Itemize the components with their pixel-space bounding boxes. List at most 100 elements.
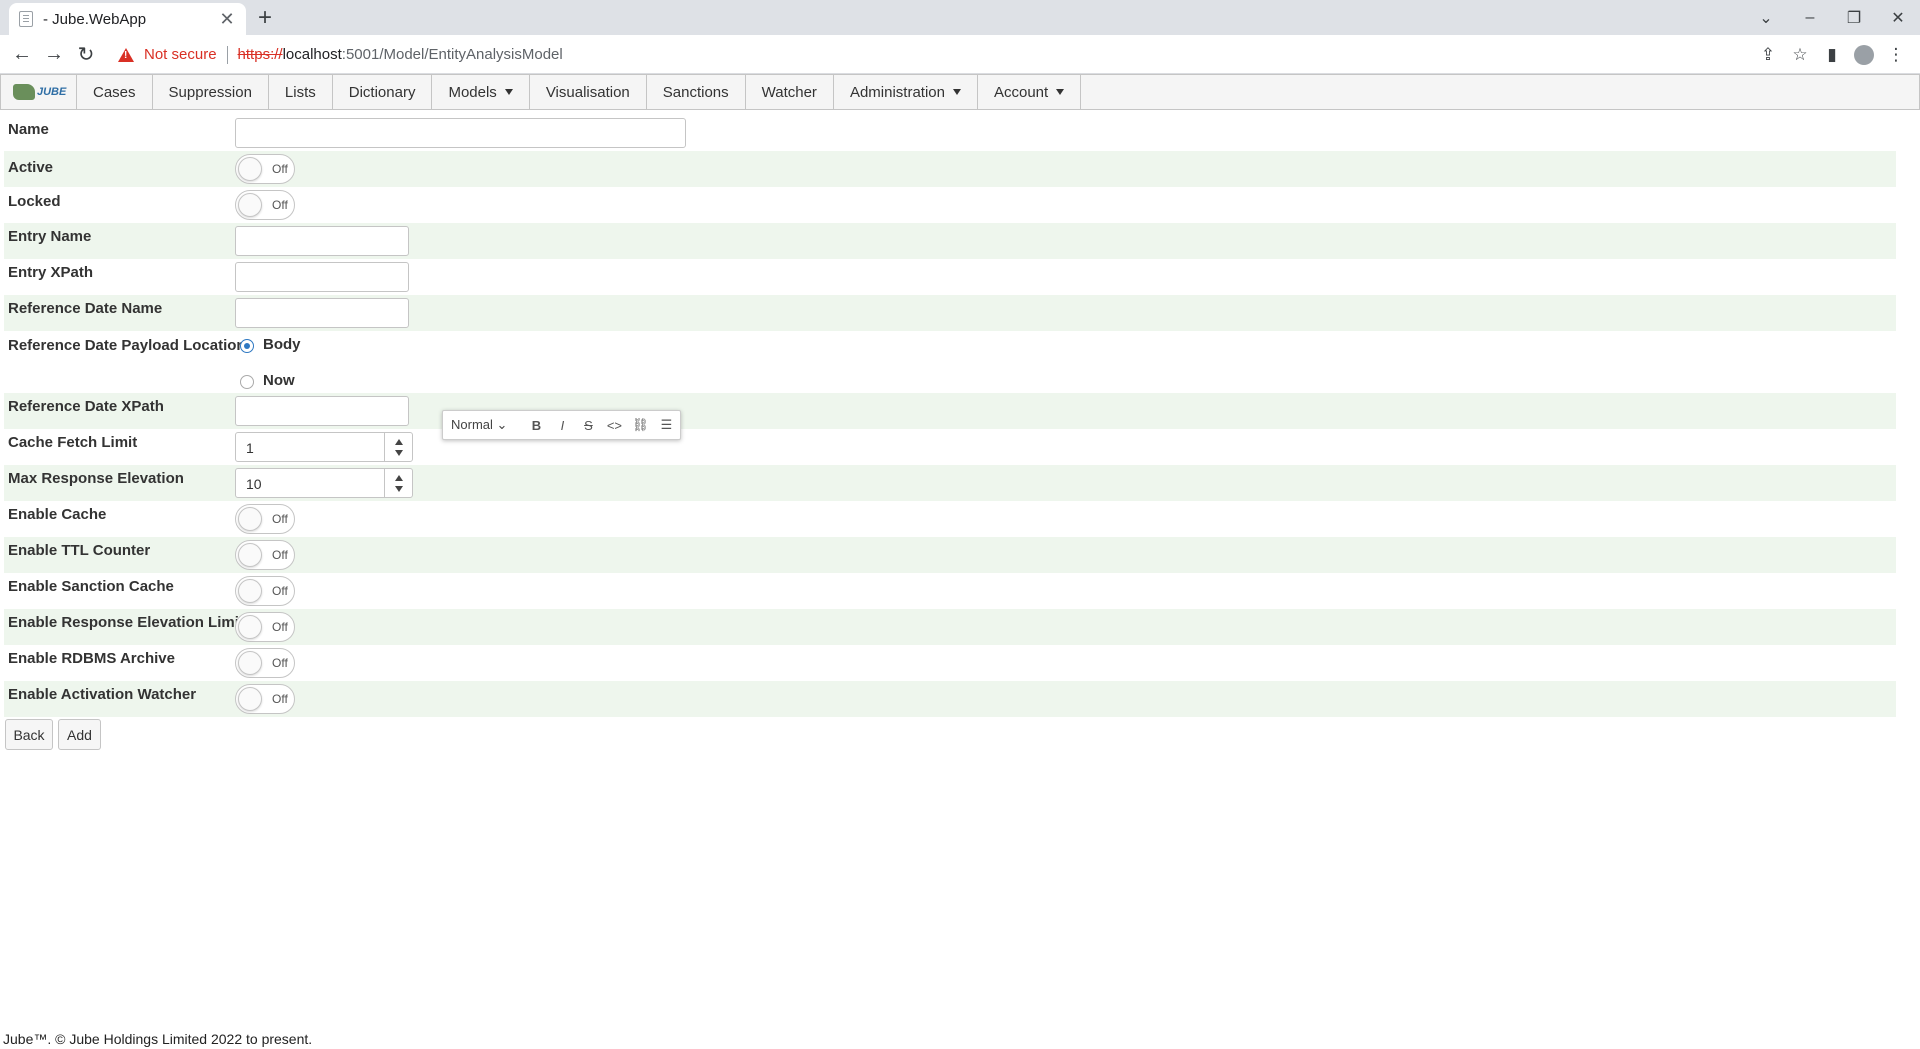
increment-icon[interactable] bbox=[395, 475, 403, 481]
chevron-down-icon bbox=[952, 89, 961, 95]
nav-administration[interactable]: Administration bbox=[834, 75, 978, 109]
decrement-icon[interactable] bbox=[395, 450, 403, 456]
row-max-response-elevation: Max Response Elevation 10 bbox=[4, 465, 1896, 501]
toggle-state: Off bbox=[272, 620, 288, 634]
row-enable-ttl: Enable TTL Counter Off bbox=[4, 537, 1896, 573]
radio-now[interactable] bbox=[240, 375, 254, 389]
strikethrough-icon[interactable]: S bbox=[575, 418, 601, 433]
enable-watcher-toggle[interactable]: Off bbox=[235, 684, 295, 714]
nav-cases[interactable]: Cases bbox=[77, 75, 153, 109]
url-path: :5001/Model/EntityAnalysisModel bbox=[341, 46, 563, 63]
logo-text: JUBE bbox=[37, 86, 67, 98]
toggle-knob bbox=[238, 157, 262, 181]
bookmark-star-icon[interactable]: ☆ bbox=[1784, 45, 1816, 65]
stepper-buttons[interactable] bbox=[384, 433, 412, 461]
back-arrow-icon[interactable]: ← bbox=[6, 38, 38, 70]
bullet-list-icon[interactable]: ☰ bbox=[653, 417, 679, 433]
close-window-icon[interactable]: ✕ bbox=[1876, 8, 1920, 28]
active-toggle[interactable]: Off bbox=[235, 154, 295, 184]
minimize-icon[interactable]: – bbox=[1788, 9, 1832, 27]
locked-toggle[interactable]: Off bbox=[235, 190, 295, 220]
italic-icon[interactable]: I bbox=[549, 418, 575, 433]
rich-text-toolbar: Normal ⌄ B I S <> ⛓ ☰ bbox=[442, 410, 681, 440]
radio-body[interactable] bbox=[240, 339, 254, 353]
enable-rel-toggle[interactable]: Off bbox=[235, 612, 295, 642]
increment-icon[interactable] bbox=[395, 439, 403, 445]
profile-avatar-icon[interactable] bbox=[1854, 44, 1874, 65]
nav-account[interactable]: Account bbox=[978, 75, 1082, 109]
row-entry-name: Entry Name bbox=[4, 223, 1896, 259]
ref-date-xpath-input[interactable] bbox=[235, 396, 409, 426]
nav-dictionary[interactable]: Dictionary bbox=[333, 75, 433, 109]
ref-date-name-input[interactable] bbox=[235, 298, 409, 328]
max-response-elevation-label: Max Response Elevation bbox=[8, 470, 184, 487]
new-tab-icon[interactable]: + bbox=[258, 3, 272, 33]
chevron-down-icon bbox=[1056, 89, 1065, 95]
toggle-state: Off bbox=[272, 198, 288, 212]
link-icon[interactable]: ⛓ bbox=[627, 417, 653, 433]
row-locked: Locked Off bbox=[4, 187, 1896, 223]
decrement-icon[interactable] bbox=[395, 486, 403, 492]
warning-icon[interactable] bbox=[118, 47, 134, 62]
jube-logo[interactable]: JUBE bbox=[1, 75, 77, 109]
address-bar[interactable]: Not secure https:// localhost :5001/Mode… bbox=[108, 39, 1760, 70]
cache-fetch-limit-value: 1 bbox=[246, 440, 254, 456]
row-cache-fetch-limit: Cache Fetch Limit 1 bbox=[4, 429, 1896, 465]
url-scheme: https:// bbox=[237, 46, 283, 63]
nav-account-label: Account bbox=[993, 83, 1049, 101]
toggle-state: Off bbox=[272, 512, 288, 526]
browser-tab[interactable]: - Jube.WebApp ✕ bbox=[9, 3, 246, 35]
enable-cache-toggle[interactable]: Off bbox=[235, 504, 295, 534]
name-input[interactable] bbox=[235, 118, 686, 148]
cache-fetch-limit-stepper[interactable]: 1 bbox=[235, 432, 413, 462]
app-navbar: JUBE Cases Suppression Lists Dictionary … bbox=[0, 74, 1920, 110]
nav-lists[interactable]: Lists bbox=[269, 75, 333, 109]
code-icon[interactable]: <> bbox=[601, 418, 627, 433]
enable-rdbms-toggle[interactable]: Off bbox=[235, 648, 295, 678]
toggle-state: Off bbox=[272, 162, 288, 176]
format-dropdown[interactable]: Normal ⌄ bbox=[451, 417, 507, 433]
bold-icon[interactable]: B bbox=[523, 418, 549, 433]
max-response-elevation-value: 10 bbox=[246, 476, 262, 492]
toggle-state: Off bbox=[272, 584, 288, 598]
nav-suppression[interactable]: Suppression bbox=[153, 75, 269, 109]
nav-sanctions[interactable]: Sanctions bbox=[647, 75, 746, 109]
maximize-icon[interactable]: ❐ bbox=[1832, 8, 1876, 28]
reload-icon[interactable]: ↻ bbox=[70, 38, 102, 70]
row-ref-date-name: Reference Date Name bbox=[4, 295, 1896, 331]
not-secure-label[interactable]: Not secure bbox=[144, 46, 217, 63]
back-button[interactable]: Back bbox=[5, 719, 53, 750]
max-response-elevation-stepper[interactable]: 10 bbox=[235, 468, 413, 498]
forward-arrow-icon[interactable]: → bbox=[38, 38, 70, 70]
nav-models[interactable]: Models bbox=[432, 75, 530, 109]
stepper-buttons[interactable] bbox=[384, 469, 412, 497]
entry-name-input[interactable] bbox=[235, 226, 409, 256]
enable-ttl-label: Enable TTL Counter bbox=[8, 542, 151, 559]
nav-visualisation[interactable]: Visualisation bbox=[530, 75, 647, 109]
row-active: Active Off bbox=[4, 151, 1896, 187]
enable-ttl-toggle[interactable]: Off bbox=[235, 540, 295, 570]
ref-date-payload-label: Reference Date Payload Location bbox=[8, 337, 246, 354]
radio-now-label[interactable]: Now bbox=[263, 372, 295, 389]
add-button[interactable]: Add bbox=[58, 719, 101, 750]
menu-kebab-icon[interactable]: ⋮ bbox=[1880, 45, 1912, 65]
nav-watcher[interactable]: Watcher bbox=[746, 75, 834, 109]
chevron-down-icon bbox=[504, 89, 513, 95]
radio-body-label[interactable]: Body bbox=[263, 336, 301, 353]
omnibox-divider bbox=[226, 45, 228, 64]
entry-name-label: Entry Name bbox=[8, 228, 92, 245]
tab-search-icon[interactable]: ⌄ bbox=[1744, 8, 1788, 28]
entry-xpath-input[interactable] bbox=[235, 262, 409, 292]
toggle-knob bbox=[238, 651, 262, 675]
row-enable-sanction: Enable Sanction Cache Off bbox=[4, 573, 1896, 609]
enable-sanction-label: Enable Sanction Cache bbox=[8, 578, 174, 595]
close-tab-icon[interactable]: ✕ bbox=[218, 9, 236, 30]
url-host: localhost bbox=[282, 46, 342, 63]
side-panel-icon[interactable]: ▮ bbox=[1816, 45, 1848, 65]
nav-administration-label: Administration bbox=[849, 83, 945, 101]
enable-sanction-toggle[interactable]: Off bbox=[235, 576, 295, 606]
share-icon[interactable]: ⇪ bbox=[1752, 45, 1784, 65]
enable-rdbms-label: Enable RDBMS Archive bbox=[8, 650, 175, 667]
toggle-knob bbox=[238, 193, 262, 217]
locked-label: Locked bbox=[8, 193, 61, 210]
